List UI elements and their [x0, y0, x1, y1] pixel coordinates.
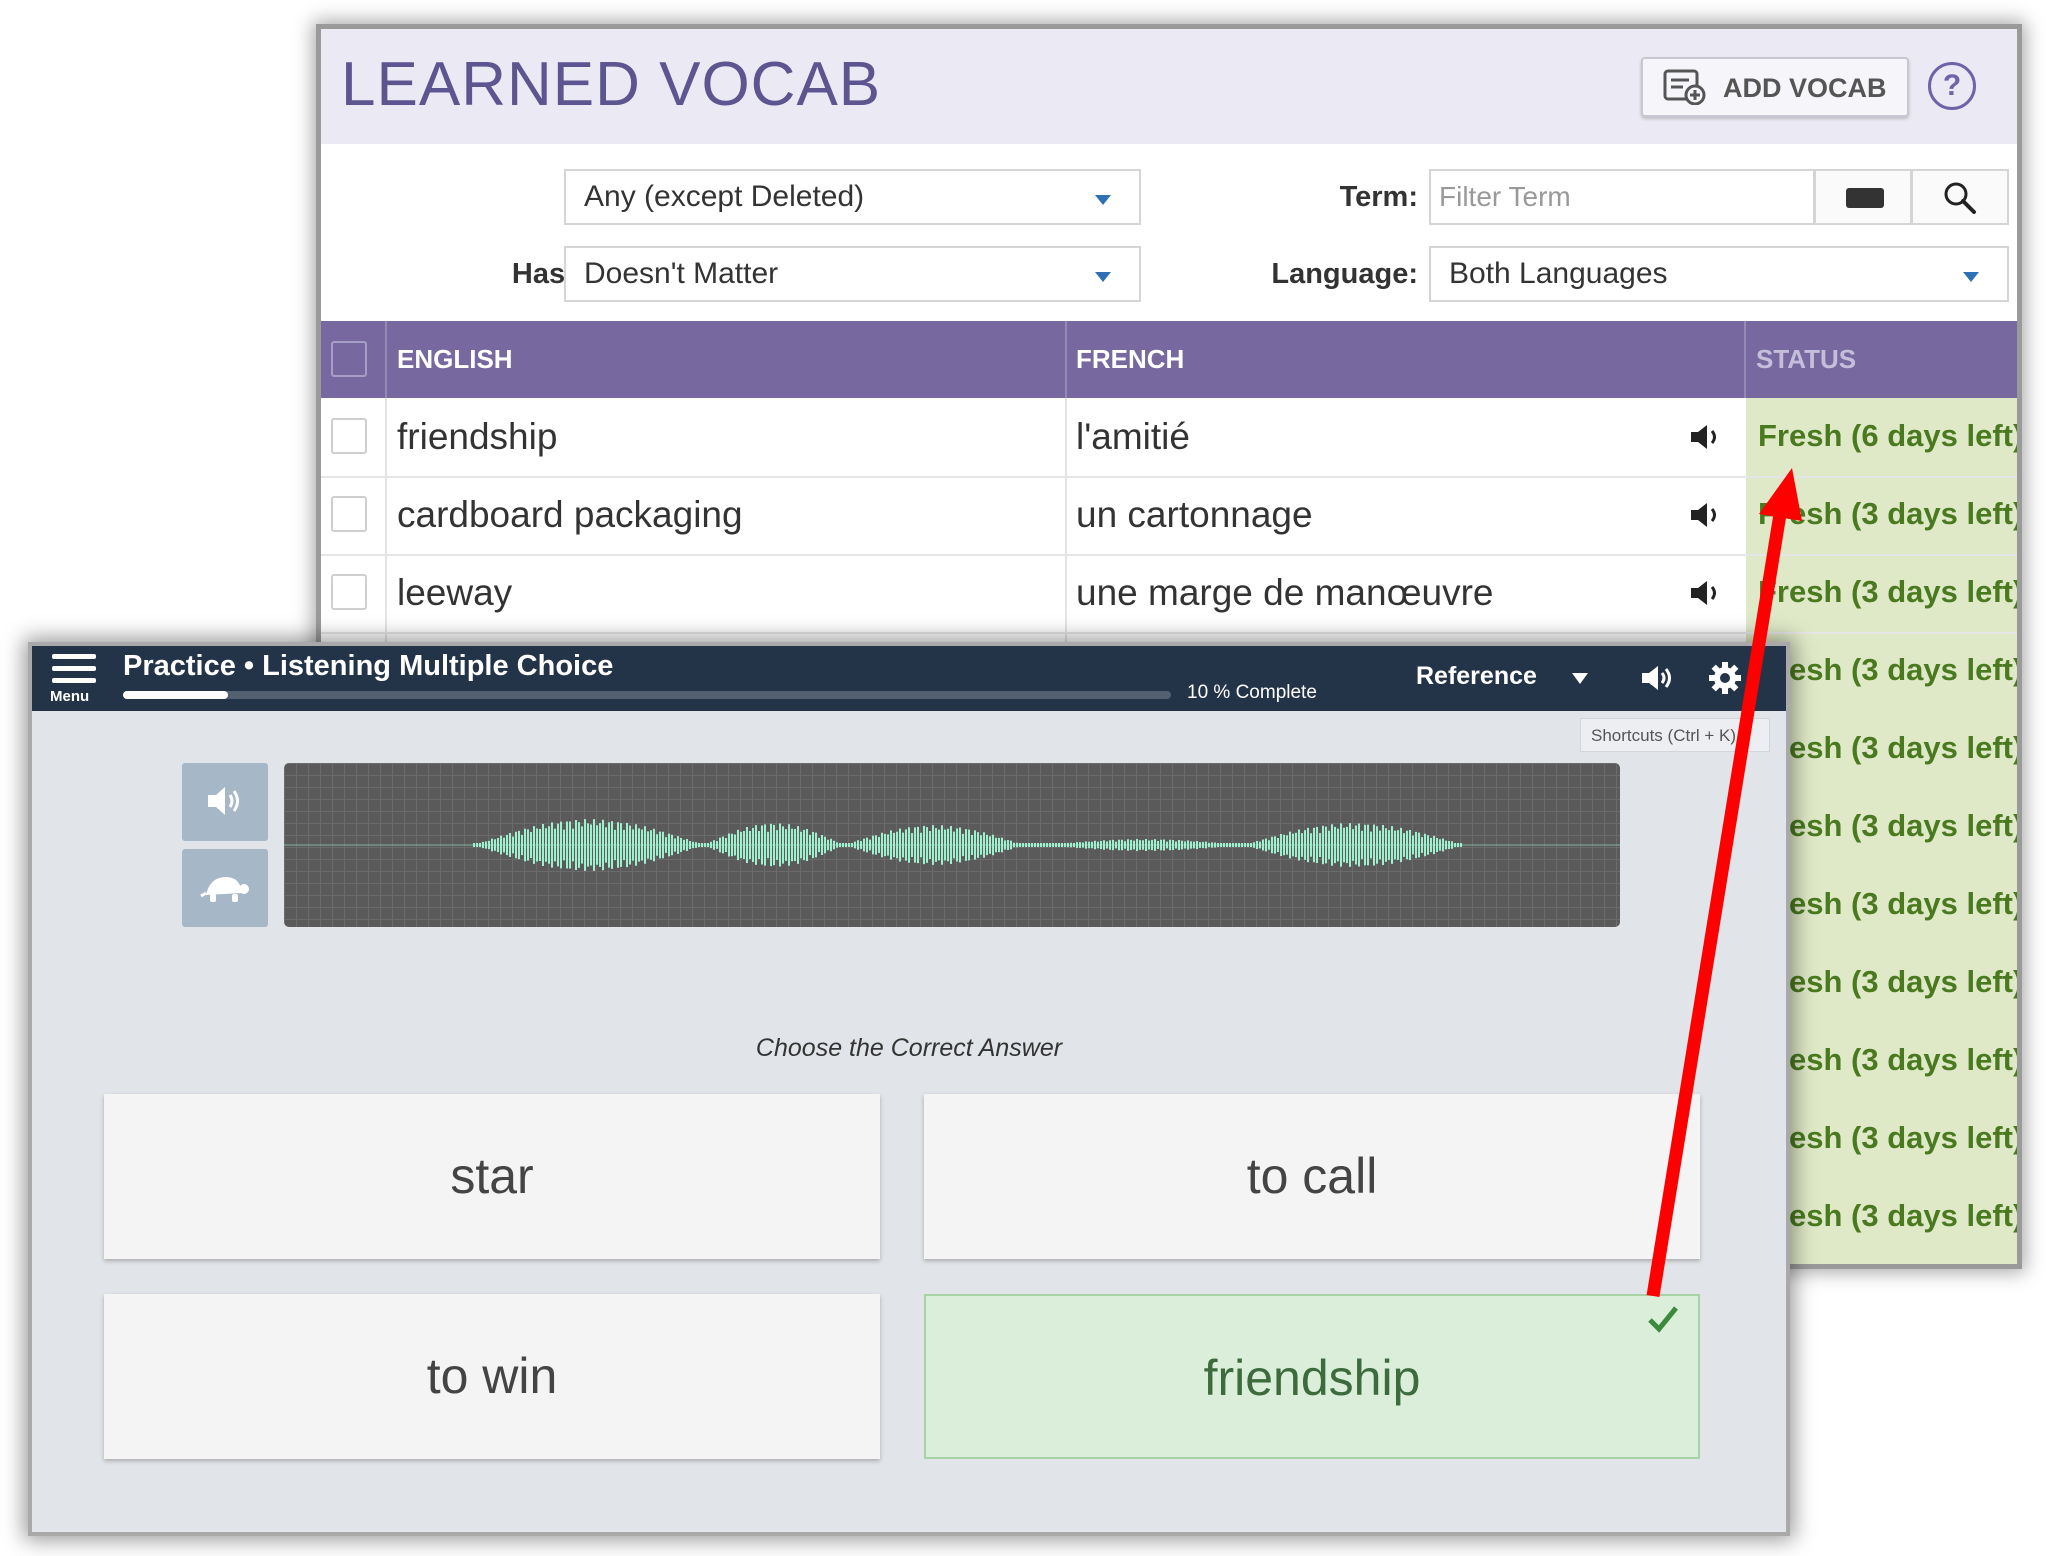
practice-window: Menu Practice • Listening Multiple Choic… [32, 646, 1786, 1532]
play-audio-button[interactable] [182, 763, 268, 841]
answer-option-correct[interactable]: friendship [924, 1294, 1700, 1459]
speaker-icon [208, 787, 239, 815]
waveform-display [284, 763, 1620, 927]
status-text: Fresh (3 days left) [1758, 886, 2017, 921]
help-icon[interactable]: ? [1928, 62, 1976, 110]
has-sound-filter-select[interactable]: Doesn't Matter [564, 246, 1141, 302]
status-text: Fresh (3 days left) [1758, 652, 2017, 687]
column-divider [1744, 321, 1746, 398]
page-title: LEARNED VOCAB [341, 50, 882, 119]
row-checkbox[interactable] [331, 418, 367, 454]
checkmark-icon [1648, 1306, 1678, 1333]
status-text: Fresh (6 days left) [1758, 418, 2017, 453]
language-filter-value: Both Languages [1449, 257, 1668, 290]
progress-text: 10 % Complete [1187, 682, 1317, 703]
select-all-checkbox[interactable] [331, 341, 367, 377]
add-vocab-icon [1663, 69, 1706, 105]
add-vocab-button[interactable]: ADD VOCAB [1641, 57, 1909, 117]
waveform-graphic [284, 819, 1620, 871]
speaker-icon[interactable] [1689, 578, 1723, 608]
progress-bar [123, 691, 1171, 699]
speaker-icon[interactable] [1640, 662, 1676, 694]
language-filter-label: Language: [1271, 258, 1418, 290]
english-cell: cardboard packaging [397, 494, 743, 535]
slow-audio-button[interactable] [182, 849, 268, 927]
status-filter-value: Any (except Deleted) [584, 180, 865, 213]
practice-top-bar: Menu Practice • Listening Multiple Choic… [32, 646, 1786, 711]
progress-fill [123, 691, 228, 699]
status-text: Fresh (3 days left) [1758, 964, 2017, 999]
english-cell: leeway [397, 572, 513, 613]
table-header: ENGLISH FRENCH STATUS [321, 321, 2017, 398]
turtle-icon [200, 877, 249, 902]
chevron-down-icon [1095, 195, 1111, 205]
row-checkbox[interactable] [331, 574, 367, 610]
keyboard-button[interactable] [1814, 169, 1912, 225]
language-filter-select[interactable]: Both Languages [1429, 246, 2009, 302]
menu-label[interactable]: Menu [50, 688, 89, 705]
search-icon [1944, 182, 1976, 214]
menu-icon[interactable] [52, 654, 96, 690]
status-text: Fresh (3 days left) [1758, 1120, 2017, 1155]
speaker-icon[interactable] [1689, 500, 1723, 530]
status-text: Fresh (3 days left) [1758, 730, 2017, 765]
gear-icon[interactable] [1708, 661, 1742, 695]
status-text: Fresh (3 days left) [1758, 1198, 2017, 1233]
practice-title: Practice • Listening Multiple Choice [123, 650, 614, 682]
chevron-down-icon [1095, 272, 1111, 282]
french-cell: l'amitié [1076, 416, 1190, 457]
chevron-down-icon [1963, 272, 1979, 282]
column-divider [385, 321, 387, 398]
shortcuts-hint: Shortcuts (Ctrl + K) [1580, 718, 1770, 752]
column-divider [1065, 321, 1067, 398]
add-vocab-label: ADD VOCAB [1723, 73, 1887, 103]
status-text: Fresh (3 days left) [1758, 574, 2017, 609]
answer-option[interactable]: to call [924, 1094, 1700, 1259]
term-filter-input[interactable]: Filter Term [1429, 169, 1815, 225]
speaker-icon[interactable] [1689, 422, 1723, 452]
column-header-status[interactable]: STATUS [1756, 321, 1856, 398]
answer-option[interactable]: to win [104, 1294, 880, 1459]
answer-option[interactable]: star [104, 1094, 880, 1259]
column-header-english[interactable]: ENGLISH [397, 321, 513, 398]
has-sound-filter-value: Doesn't Matter [584, 257, 779, 290]
term-filter-label: Term: [1339, 181, 1418, 213]
keyboard-icon [1846, 188, 1884, 208]
english-cell: friendship [397, 416, 558, 457]
french-cell: une marge de manœuvre [1076, 572, 1494, 613]
status-text: Fresh (3 days left) [1758, 496, 2017, 531]
status-text: Fresh (3 days left) [1758, 1042, 2017, 1077]
status-text: Fresh (3 days left) [1758, 808, 2017, 843]
chevron-down-icon[interactable] [1572, 673, 1588, 684]
search-button[interactable] [1911, 169, 2009, 225]
vocab-header: LEARNED VOCAB ADD VOCAB ? [321, 29, 2017, 144]
answer-option-label: friendship [1203, 1350, 1421, 1406]
column-header-french[interactable]: FRENCH [1076, 321, 1184, 398]
question-prompt: Choose the Correct Answer [755, 1034, 1063, 1062]
row-checkbox[interactable] [331, 496, 367, 532]
reference-dropdown-label[interactable]: Reference [1416, 662, 1537, 691]
french-cell: un cartonnage [1076, 494, 1313, 535]
status-filter-select[interactable]: Any (except Deleted) [564, 169, 1141, 225]
